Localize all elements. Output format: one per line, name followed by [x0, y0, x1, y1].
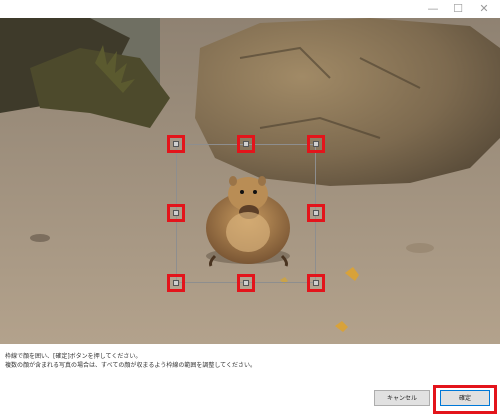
resize-handle-top-right[interactable]	[307, 135, 325, 153]
resize-handle-left[interactable]	[167, 204, 185, 222]
resize-handle-top-left[interactable]	[167, 135, 185, 153]
confirm-highlight: 確定	[433, 385, 497, 414]
resize-handle-bottom-right[interactable]	[307, 274, 325, 292]
resize-handle-top[interactable]	[237, 135, 255, 153]
resize-handle-right[interactable]	[307, 204, 325, 222]
title-bar: — ☐ ✕	[0, 0, 500, 18]
minimize-icon[interactable]: —	[420, 0, 446, 18]
instruction-line-1: 枠線で顔を囲い、[確定]ボタンを押してください。	[5, 353, 142, 360]
resize-handle-bottom[interactable]	[237, 274, 255, 292]
confirm-button[interactable]: 確定	[440, 390, 490, 406]
maximize-icon[interactable]: ☐	[445, 0, 471, 18]
instruction-line-2: 複数の顔が含まれる写真の場合は、すべての顔が収まるよう枠線の範囲を調整してくださ…	[5, 362, 256, 369]
cancel-button[interactable]: キャンセル	[374, 390, 430, 406]
close-icon[interactable]: ✕	[471, 0, 497, 18]
resize-handle-bottom-left[interactable]	[167, 274, 185, 292]
face-selection-frame[interactable]	[176, 144, 316, 283]
dialog-footer: 枠線で顔を囲い、[確定]ボタンを押してください。 複数の顔が含まれる写真の場合は…	[0, 344, 500, 414]
